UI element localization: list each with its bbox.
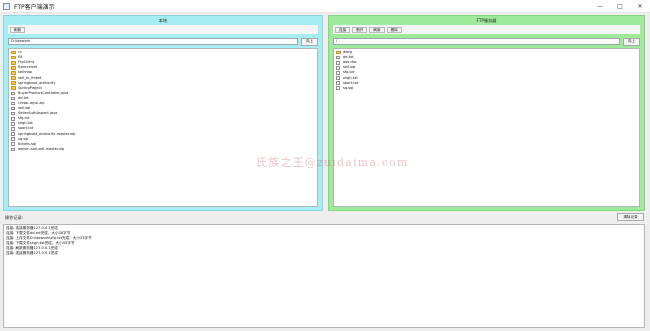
local-path-row: D:\idework 向上 [8,37,318,46]
file-icon [11,137,15,141]
list-item[interactable]: weixin-sell-sell-master.zip [9,147,317,152]
app-icon [3,2,10,10]
window-title: FTP客户端演示 [14,3,55,11]
file-icon [11,96,15,101]
log-area[interactable]: 连接: 连接服务器127.0.0.1完成 连接: 下载文件dd.txt完成，大小3… [3,224,645,328]
remote-toolbar: 连接 断开 刷新 删除 [333,25,640,34]
file-icon [11,111,15,116]
folder-icon [11,76,16,80]
file-icon [11,122,15,126]
file-icon [336,66,340,70]
folder-icon [11,50,16,55]
disconnect-button[interactable]: 断开 [352,26,368,33]
remote-up-button[interactable]: 向上 [623,37,640,46]
connect-button[interactable]: 连接 [335,26,351,33]
file-icon [11,116,15,121]
local-panel: 本地 刷新 D:\idework 向上 cc E6 FtpClient ftprece… [3,15,323,211]
folder-icon [11,55,16,60]
folder-icon [11,60,16,65]
folder-icon [336,50,341,55]
file-icon [336,86,340,90]
file-icon [11,91,15,96]
remote-refresh-button[interactable]: 刷新 [369,26,385,33]
local-refresh-button[interactable]: 刷新 [10,26,26,33]
local-file-list[interactable]: cc E6 FtpClient ftpreceiver sellmao sell_m_fi… [8,48,318,207]
local-toolbar: 刷新 [8,25,318,34]
remote-path-row: / 向上 [333,37,640,46]
list-item-label: weixin-sell-sell-master.zip [17,146,65,151]
file-icon [11,101,15,106]
folder-icon [11,86,16,90]
folder-icon [11,71,16,75]
folder-icon [11,81,16,85]
watermark: 氏族之王@zuidaima.com [256,156,409,169]
remote-file-list[interactable]: dwrg dd.txt oos.doc sell.sql sfg.txt shgh.txt… [333,48,640,207]
close-button[interactable]: ✕ [630,0,650,13]
list-item[interactable]: sq.sql [334,86,639,91]
maximize-button[interactable]: □ [610,0,630,13]
file-icon [336,81,340,85]
local-up-button[interactable]: 向上 [301,37,318,46]
file-icon [11,106,15,111]
list-item-label: sq.sql [342,85,354,90]
local-path-field[interactable]: D:\idework [8,38,298,45]
minimize-button[interactable]: — [590,0,610,13]
file-icon [336,55,340,60]
file-icon [11,127,15,131]
file-icon [11,132,15,136]
main-area: 本地 刷新 D:\idework 向上 cc E6 FtpClient ftprece… [0,13,650,331]
remote-panel: FTP服务器 连接 断开 刷新 删除 / 向上 dwrg dd.txt oos.do… [328,15,645,211]
folder-icon [11,66,16,70]
clear-log-button[interactable]: 清除记录 [617,213,644,221]
remote-panel-title: FTP服务器 [476,18,497,23]
file-icon [336,76,340,80]
title-bar: FTP客户端演示 — □ ✕ [0,0,650,13]
file-icon [11,147,15,152]
log-label: 操作记录: [5,215,24,220]
file-icon [336,60,340,65]
log-line: 连接: 连接服务器127.0.0.1完成 [6,251,58,256]
window-controls: — □ ✕ [590,0,650,13]
remote-path-field[interactable]: / [333,38,620,45]
delete-button[interactable]: 删除 [386,26,402,33]
local-panel-title: 本地 [158,18,168,23]
file-icon [336,71,340,75]
file-icon [11,142,15,147]
